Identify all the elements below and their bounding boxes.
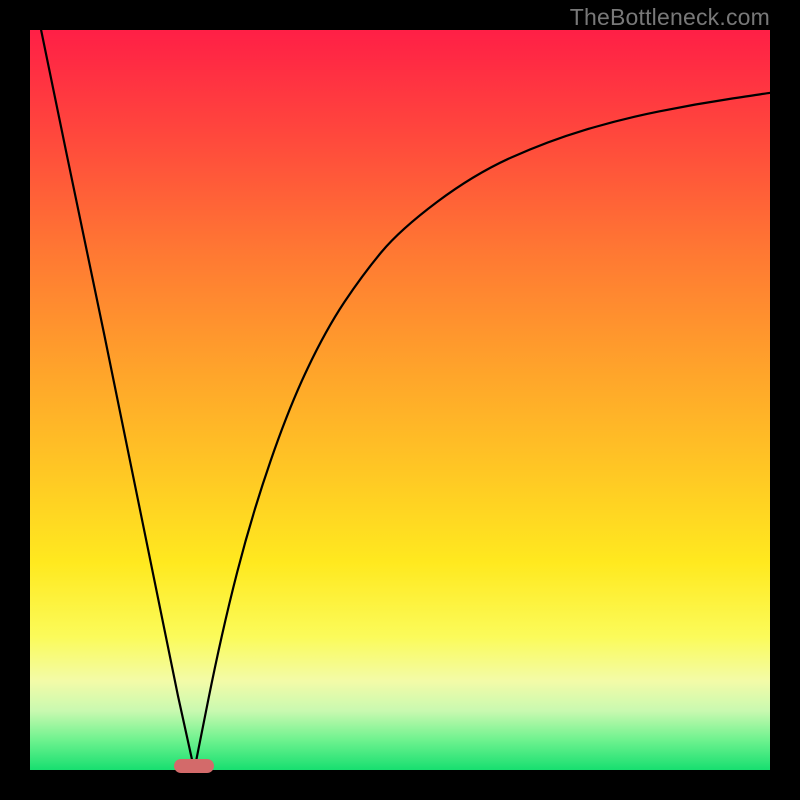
watermark-text: TheBottleneck.com (570, 4, 770, 31)
chart-frame: TheBottleneck.com (0, 0, 800, 800)
bottleneck-curve (30, 30, 770, 770)
optimum-marker (174, 759, 214, 773)
plot-area (30, 30, 770, 770)
